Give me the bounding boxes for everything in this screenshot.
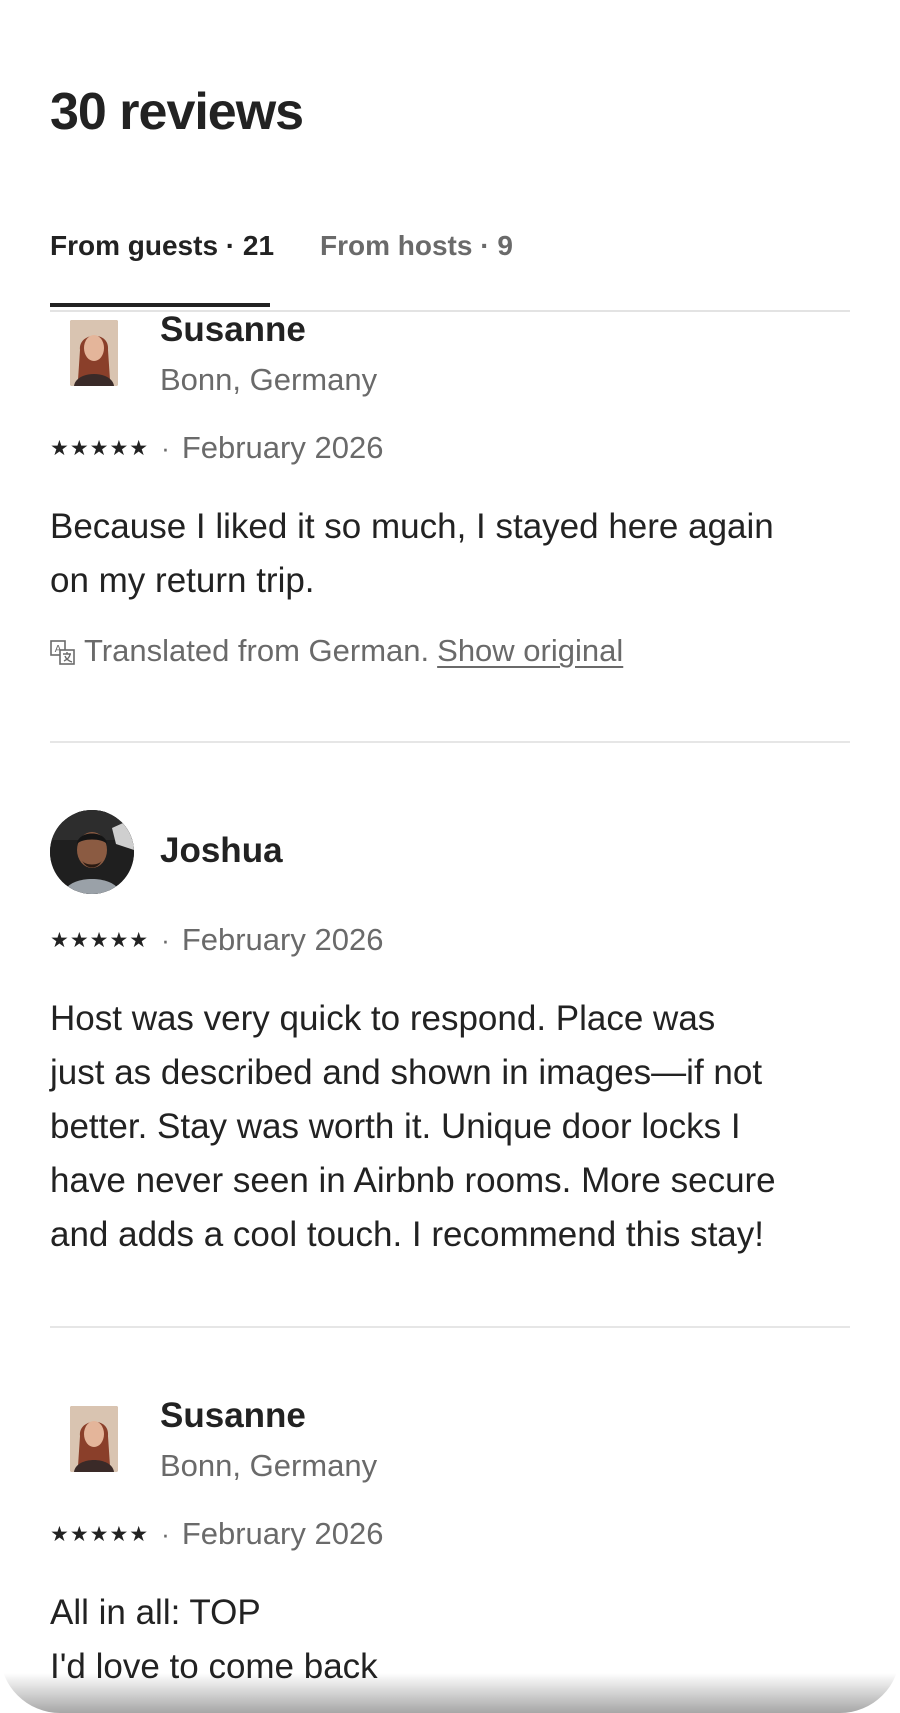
review-divider — [50, 741, 850, 743]
star-rating: ★★★★★ — [50, 1522, 150, 1546]
review-text: Host was very quick to respond. Place wa… — [50, 999, 776, 1254]
page-title: 30 reviews — [50, 83, 304, 141]
review-date: February 2026 — [181, 430, 384, 465]
avatar[interactable] — [50, 810, 134, 894]
translated-label: Translated from German. — [84, 633, 430, 668]
separator-dot: · — [161, 1518, 170, 1549]
review-meta: ★★★★★ · February 2026 — [50, 1516, 383, 1552]
translation-note: A Translated from German. Show original — [50, 633, 623, 669]
reviewer-name[interactable]: Susanne — [160, 310, 306, 350]
review-date: February 2026 — [181, 1516, 384, 1551]
review-meta: ★★★★★ · February 2026 — [50, 922, 383, 958]
translate-icon: A — [50, 638, 76, 665]
review-date: February 2026 — [181, 922, 384, 957]
review-text: Because I liked it so much, I stayed her… — [50, 507, 774, 600]
star-rating: ★★★★★ — [50, 436, 150, 460]
review-meta: ★★★★★ · February 2026 — [50, 430, 383, 466]
reviewer-name[interactable]: Susanne — [160, 1396, 306, 1436]
reviewer-location: Bonn, Germany — [160, 362, 378, 397]
star-rating: ★★★★★ — [50, 928, 150, 952]
separator-dot: · — [161, 924, 170, 955]
avatar[interactable] — [70, 1406, 118, 1472]
tab-from-guests[interactable]: From guests · 21 — [50, 230, 274, 307]
show-original-link[interactable]: Show original — [437, 633, 623, 669]
review-text: All in all: TOP I'd love to come back — [50, 1593, 378, 1686]
reviewer-name[interactable]: Joshua — [160, 831, 283, 871]
review-divider — [50, 1326, 850, 1328]
review-tabs: From guests · 21 From hosts · 9 — [50, 230, 850, 312]
reviews-screen: 30 reviews From guests · 21 From hosts ·… — [0, 0, 900, 1713]
avatar[interactable] — [70, 320, 118, 386]
reviewer-location: Bonn, Germany — [160, 1448, 378, 1483]
tab-from-hosts[interactable]: From hosts · 9 — [320, 230, 513, 262]
separator-dot: · — [161, 432, 170, 463]
